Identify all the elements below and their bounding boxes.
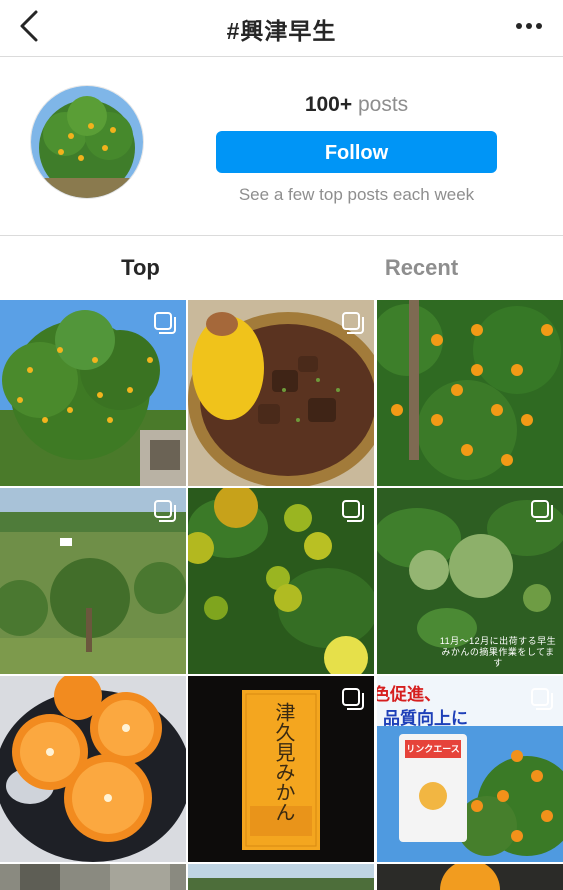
hashtag-title: #興津早生 [226,18,337,44]
post-thumbnail[interactable] [188,488,374,674]
post-thumbnail[interactable] [0,488,186,674]
posts-grid: 11月〜12月に出荷する早生みかんの摘果作業をしてます 津久見みかん 色促進、 … [0,300,563,890]
hashtag-header: 100+ posts Follow See a few top posts ea… [0,57,563,235]
multiple-photos-icon [342,688,364,710]
box-label-text: 津久見みかん [272,702,296,822]
top-posts-subtitle: See a few top posts each week [238,185,475,204]
post-thumbnail[interactable]: 色促進、 品質向上に リンクエース [377,676,563,862]
tab-top[interactable]: Top [0,236,281,300]
post-count-label: posts [357,93,409,116]
hashtag-avatar [30,85,144,199]
multiple-photos-icon [531,500,553,522]
post-thumbnail[interactable] [377,300,563,486]
post-thumbnail[interactable] [377,864,563,890]
post-overlay-caption: 11月〜12月に出荷する早生みかんの摘果作業をしてます [439,636,557,668]
post-count: 100+ posts [216,93,497,117]
multiple-photos-icon [342,500,364,522]
top-navigation-bar: #興津早生 [0,0,563,57]
post-thumbnail[interactable] [188,300,374,486]
multiple-photos-icon [154,312,176,334]
post-thumbnail[interactable] [0,300,186,486]
post-count-number: 100+ [304,93,353,116]
post-thumbnail[interactable]: 津久見みかん [188,676,374,862]
feed-tabs: Top Recent [0,235,563,300]
multiple-photos-icon [531,688,553,710]
post-thumbnail[interactable] [0,676,186,862]
multiple-photos-icon [342,312,364,334]
follow-button[interactable]: Follow [216,131,497,173]
post-thumbnail[interactable]: 11月〜12月に出荷する早生みかんの摘果作業をしてます [377,488,563,674]
post-thumbnail[interactable] [188,864,374,890]
product-bag-label: リンクエース [406,744,460,754]
multiple-photos-icon [154,500,176,522]
tab-recent[interactable]: Recent [281,236,562,300]
post-thumbnail[interactable] [0,864,186,890]
more-horizontal-icon[interactable] [509,12,549,40]
